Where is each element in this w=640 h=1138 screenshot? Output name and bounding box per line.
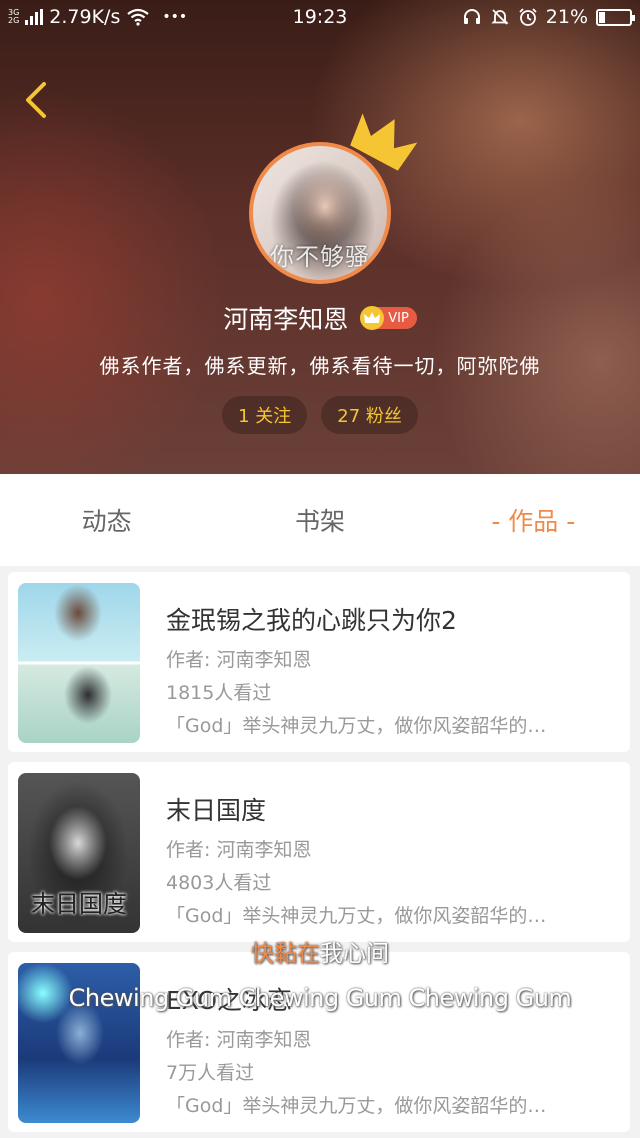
- work-author: 作者: 河南李知恩: [166, 1029, 312, 1051]
- alarm-icon: [519, 8, 537, 26]
- username: 河南李知恩: [223, 305, 349, 334]
- status-left: 3G 2G 2.79K/s •••: [8, 6, 187, 28]
- work-excerpt: 「God」举头神灵九万丈，做你风姿韶华的…: [166, 905, 547, 927]
- username-row: 河南李知恩 VIP: [0, 300, 640, 336]
- profile-tabs: 动态 书架 - 作品 -: [0, 474, 640, 566]
- tab-works[interactable]: - 作品 -: [427, 474, 640, 566]
- work-info: EXO之冰恋 作者: 河南李知恩 7万人看过 「God」举头神灵九万丈，做你风姿…: [166, 963, 620, 1118]
- work-title: 金珉锡之我的心跳只为你2: [166, 606, 457, 635]
- work-title: EXO之冰恋: [166, 986, 293, 1015]
- avatar-container: 你不够骚: [249, 113, 418, 284]
- follow-stats: 1 关注 27 粉丝: [0, 396, 640, 434]
- tab-bookshelf[interactable]: 书架: [213, 474, 426, 566]
- work-title: 末日国度: [166, 796, 267, 825]
- battery-icon: [596, 8, 635, 26]
- work-author: 作者: 河南李知恩: [166, 839, 312, 861]
- headset-icon: [463, 9, 480, 24]
- work-cover: [18, 963, 140, 1123]
- work-info: 金珉锡之我的心跳只为你2 作者: 河南李知恩 1815人看过 「God」举头神灵…: [166, 583, 620, 738]
- work-excerpt: 「God」举头神灵九万丈，做你风姿韶华的…: [166, 715, 547, 737]
- vip-label: VIP: [388, 310, 409, 326]
- following-count[interactable]: 1 关注: [222, 396, 308, 434]
- status-right: 21%: [462, 6, 635, 28]
- back-button[interactable]: [16, 78, 56, 122]
- mute-bell-icon: [491, 9, 509, 25]
- work-card[interactable]: EXO之冰恋 作者: 河南李知恩 7万人看过 「God」举头神灵九万丈，做你风姿…: [8, 952, 630, 1132]
- work-excerpt: 「God」举头神灵九万丈，做你风姿韶华的…: [166, 1095, 547, 1117]
- work-views: 7万人看过: [166, 1062, 255, 1084]
- work-cover: [18, 583, 140, 743]
- work-cover: 末日国度: [18, 773, 140, 933]
- vip-badge: VIP: [360, 306, 417, 330]
- followers-count[interactable]: 27 粉丝: [321, 396, 418, 434]
- vip-crown-icon: [360, 306, 385, 330]
- chevron-left-icon: [26, 82, 46, 118]
- user-bio: 佛系作者，佛系更新，佛系看待一切，阿弥陀佛: [99, 354, 541, 378]
- more-indicator: •••: [162, 9, 188, 25]
- signal-icon: [25, 9, 44, 25]
- profile-header: 3G 2G 2.79K/s ••• 19:23 21% 你不够骚 河南李知恩 V…: [0, 0, 640, 474]
- tab-activity[interactable]: 动态: [0, 474, 213, 566]
- work-author: 作者: 河南李知恩: [166, 649, 312, 671]
- wifi-icon: [127, 8, 150, 26]
- work-card[interactable]: 金珉锡之我的心跳只为你2 作者: 河南李知恩 1815人看过 「God」举头神灵…: [8, 572, 630, 752]
- works-list: 金珉锡之我的心跳只为你2 作者: 河南李知恩 1815人看过 「God」举头神灵…: [8, 572, 630, 1138]
- work-card[interactable]: 末日国度 末日国度 作者: 河南李知恩 4803人看过 「God」举头神灵九万丈…: [8, 762, 630, 942]
- network-speed: 2.79K/s: [49, 6, 121, 28]
- cover-caption: 末日国度: [31, 890, 127, 918]
- work-views: 4803人看过: [166, 872, 272, 894]
- network-type: 3G 2G: [8, 8, 20, 25]
- status-bar: 3G 2G 2.79K/s ••• 19:23 21%: [0, 0, 640, 34]
- work-views: 1815人看过: [166, 682, 272, 704]
- avatar-caption: 你不够骚: [270, 243, 370, 271]
- work-info: 末日国度 作者: 河南李知恩 4803人看过 「God」举头神灵九万丈，做你风姿…: [166, 773, 620, 928]
- battery-percent: 21%: [545, 6, 588, 28]
